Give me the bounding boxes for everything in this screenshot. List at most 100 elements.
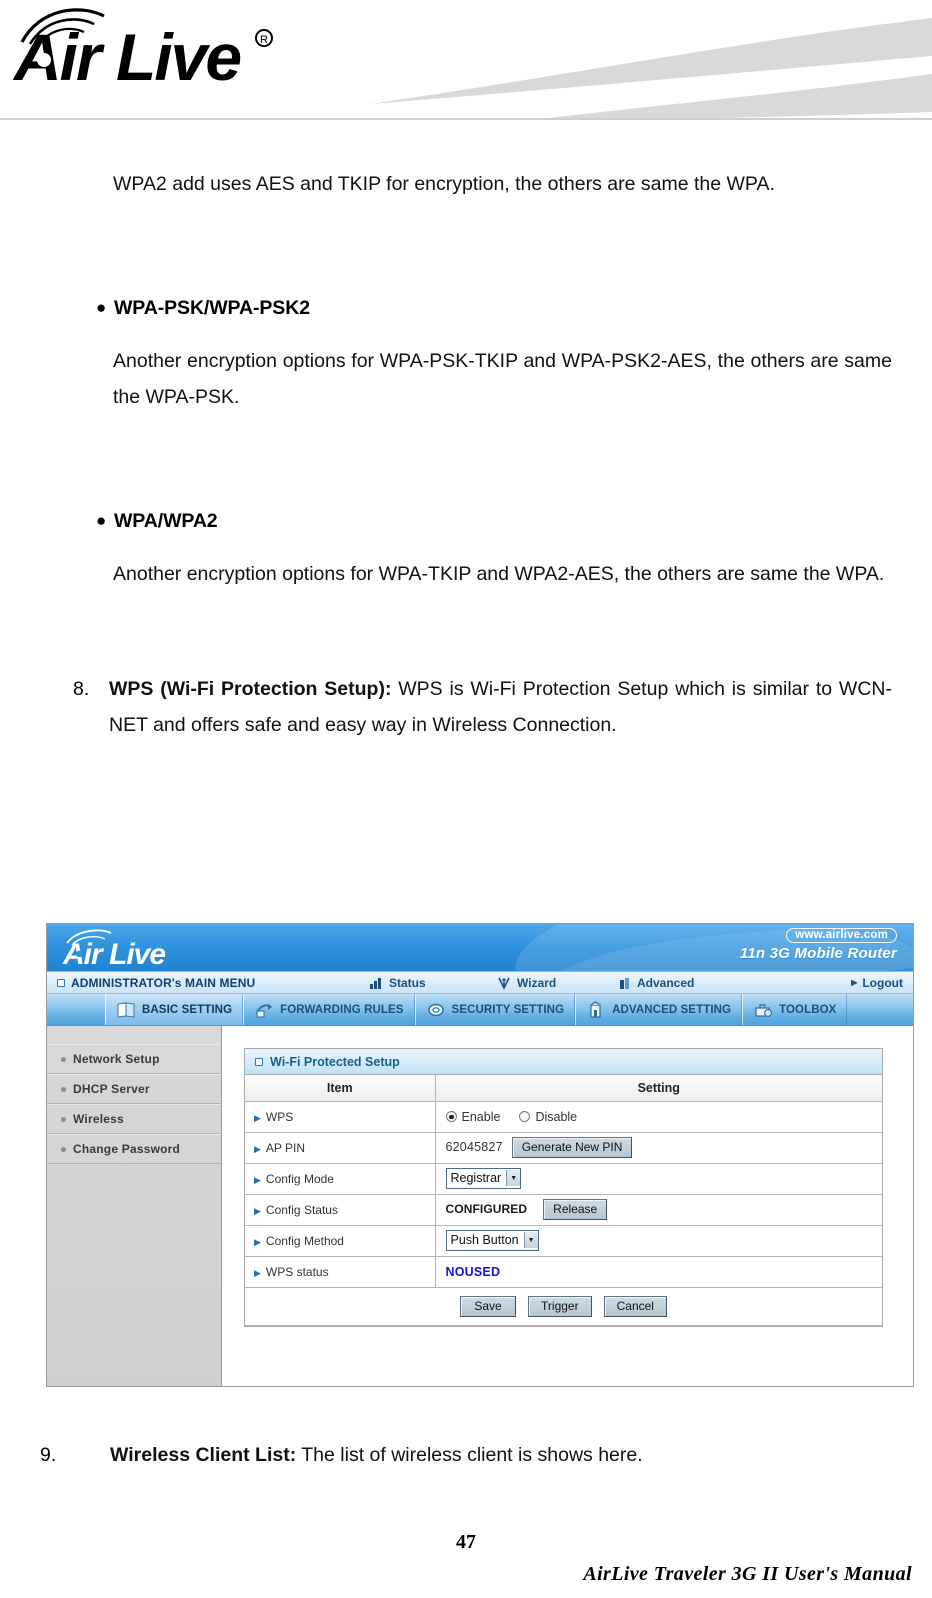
- trigger-button[interactable]: Trigger: [528, 1295, 592, 1317]
- table-row-config-method: ▶ Config Method Push Button ▼: [245, 1225, 882, 1257]
- table-row-wps-status: ▶ WPS status NOUSED: [245, 1256, 882, 1288]
- chevron-down-icon: ▼: [523, 1232, 538, 1248]
- bullet-paragraph-wpa-psk: Another encryption options for WPA-PSK-T…: [113, 349, 892, 408]
- admin-item-label: Advanced: [637, 975, 695, 990]
- page-number: 47: [456, 1531, 476, 1553]
- square-bullet-icon: [255, 1057, 263, 1066]
- list-number: 9.: [40, 1444, 57, 1466]
- router-banner: Air Live www.airlive.com 11n 3G Mobile R…: [47, 924, 913, 971]
- admin-item-wizard[interactable]: Wizard: [497, 976, 556, 990]
- tower-icon: [620, 977, 629, 989]
- numbered-item-9-body: The list of wireless client is shows her…: [296, 1444, 643, 1466]
- airlive-logo: Air Live R: [12, 8, 273, 94]
- document-content: WPA2 add uses AES and TKIP for encryptio…: [0, 120, 932, 743]
- bullet-item-wpa-wpa2: ● WPA/WPA2: [96, 506, 914, 536]
- building-icon: [590, 1000, 601, 1018]
- bullet-dot-icon: ●: [96, 298, 107, 317]
- column-header-item: Item: [245, 1075, 436, 1102]
- router-main-content: Wi-Fi Protected Setup Item Setting ▶ WPS: [222, 1026, 913, 1386]
- signal-bars-icon: [370, 977, 381, 989]
- admin-item-label: Status: [389, 975, 426, 990]
- table-row-actions: Save Trigger Cancel: [245, 1287, 882, 1326]
- toolbox-icon: [755, 1003, 773, 1017]
- wps-panel-title: Wi-Fi Protected Setup: [270, 1054, 400, 1069]
- radio-enable[interactable]: [445, 1111, 457, 1122]
- admin-item-advanced[interactable]: Advanced: [617, 976, 694, 990]
- ap-pin-value: 62045827: [445, 1140, 503, 1154]
- save-button[interactable]: Save: [460, 1295, 517, 1317]
- config-method-select[interactable]: Push Button ▼: [445, 1230, 539, 1251]
- sidebar-item-network-setup[interactable]: Network Setup: [47, 1044, 221, 1074]
- router-airlive-logo: Air Live: [62, 929, 166, 969]
- bullet-dot-icon: [61, 1086, 66, 1092]
- generate-new-pin-button[interactable]: Generate New PIN: [511, 1137, 633, 1158]
- bullet-label: WPA-PSK/WPA-PSK2: [114, 297, 310, 319]
- arrow-pages-icon: [256, 1003, 273, 1017]
- numbered-item-8: 8. WPS (Wi-Fi Protection Setup): WPS is …: [73, 671, 892, 743]
- row-item-label: Config Status: [265, 1202, 338, 1217]
- chevron-down-icon: ▼: [506, 1170, 521, 1186]
- book-icon: [117, 1001, 135, 1018]
- row-value-config-status: CONFIGURED Release: [435, 1194, 882, 1226]
- row-value-config-mode: Registrar ▼: [435, 1163, 882, 1195]
- sidebar-item-dhcp-server[interactable]: DHCP Server: [47, 1074, 221, 1104]
- manual-title-footer: AirLive Traveler 3G II User's Manual: [583, 1563, 912, 1585]
- wps-radio-group: Enable Disable: [445, 1110, 882, 1124]
- admin-menu-title: ADMINISTRATOR's MAIN MENU: [71, 975, 256, 990]
- arrow-right-icon: ▶: [254, 1205, 261, 1216]
- row-item-config-mode: ▶ Config Mode: [245, 1163, 436, 1195]
- row-item-label: AP PIN: [265, 1140, 306, 1155]
- tab-basic-setting[interactable]: BASIC SETTING: [105, 994, 244, 1025]
- radio-disable[interactable]: [519, 1111, 531, 1122]
- airlive-url-badge[interactable]: www.airlive.com: [786, 928, 897, 943]
- square-bullet-icon: [57, 978, 65, 987]
- router-tab-bar: BASIC SETTING FORWARDING RULES SECURITY …: [47, 994, 913, 1026]
- column-header-setting: Setting: [435, 1075, 882, 1102]
- wps-status-value: NOUSED: [445, 1264, 501, 1279]
- sidebar-item-change-password[interactable]: Change Password: [47, 1134, 221, 1164]
- wps-panel: Wi-Fi Protected Setup Item Setting ▶ WPS: [244, 1048, 883, 1327]
- arrow-right-icon: ▶: [254, 1236, 261, 1247]
- release-button[interactable]: Release: [543, 1199, 608, 1220]
- intro-paragraph: WPA2 add uses AES and TKIP for encryptio…: [113, 172, 775, 195]
- wps-settings-table: Item Setting ▶ WPS Enable Disable ▶ AP P…: [245, 1075, 882, 1326]
- cancel-button[interactable]: Cancel: [603, 1295, 667, 1317]
- arrow-right-icon: ▶: [254, 1143, 261, 1154]
- numbered-item-9-wrap: 9. Wireless Client List: The list of wir…: [18, 1437, 914, 1473]
- header-swoosh-graphic: [370, 18, 932, 120]
- row-item-label: Config Mode: [265, 1171, 334, 1186]
- row-value-config-method: Push Button ▼: [435, 1225, 882, 1257]
- list-number: 8.: [73, 678, 90, 700]
- router-sidebar: Network Setup DHCP Server Wireless Chang…: [47, 1026, 222, 1386]
- tab-forwarding-rules[interactable]: FORWARDING RULES: [243, 994, 415, 1025]
- bullet-dot-icon: [61, 1116, 66, 1122]
- config-mode-value: Registrar: [450, 1171, 502, 1185]
- table-row-wps: ▶ WPS Enable Disable: [245, 1101, 882, 1133]
- numbered-item-9-lead: Wireless Client List:: [110, 1444, 297, 1466]
- logout-link[interactable]: ▶ Logout: [851, 976, 903, 990]
- router-web-ui-screenshot: Air Live www.airlive.com 11n 3G Mobile R…: [46, 923, 914, 1387]
- row-item-wps: ▶ WPS: [245, 1101, 436, 1133]
- sidebar-item-label: Network Setup: [73, 1052, 160, 1066]
- sidebar-item-label: Wireless: [73, 1112, 124, 1126]
- router-body: Network Setup DHCP Server Wireless Chang…: [47, 1026, 913, 1386]
- wps-panel-header: Wi-Fi Protected Setup: [245, 1049, 882, 1075]
- table-row-config-status: ▶ Config Status CONFIGURED Release: [245, 1194, 882, 1226]
- svg-text:R: R: [260, 34, 268, 46]
- config-mode-select[interactable]: Registrar ▼: [445, 1168, 522, 1189]
- tab-advanced-setting[interactable]: ADVANCED SETTING: [575, 994, 743, 1025]
- tab-label: FORWARDING RULES: [280, 1003, 404, 1016]
- row-item-config-method: ▶ Config Method: [245, 1225, 436, 1257]
- tab-security-setting[interactable]: SECURITY SETTING: [414, 994, 576, 1025]
- admin-menu-title-group: ADMINISTRATOR's MAIN MENU: [57, 976, 255, 990]
- sidebar-item-wireless[interactable]: Wireless: [47, 1104, 221, 1134]
- page-header: Air Live R: [0, 0, 932, 120]
- table-row-config-mode: ▶ Config Mode Registrar ▼: [245, 1163, 882, 1195]
- tab-label: TOOLBOX: [779, 1003, 837, 1016]
- row-item-label: WPS status: [265, 1264, 329, 1279]
- arrow-right-icon: ▶: [254, 1267, 261, 1278]
- admin-item-status[interactable]: Status: [369, 976, 426, 990]
- config-method-value: Push Button: [450, 1233, 519, 1247]
- tab-toolbox[interactable]: TOOLBOX: [742, 994, 848, 1025]
- wand-icon: [498, 977, 510, 990]
